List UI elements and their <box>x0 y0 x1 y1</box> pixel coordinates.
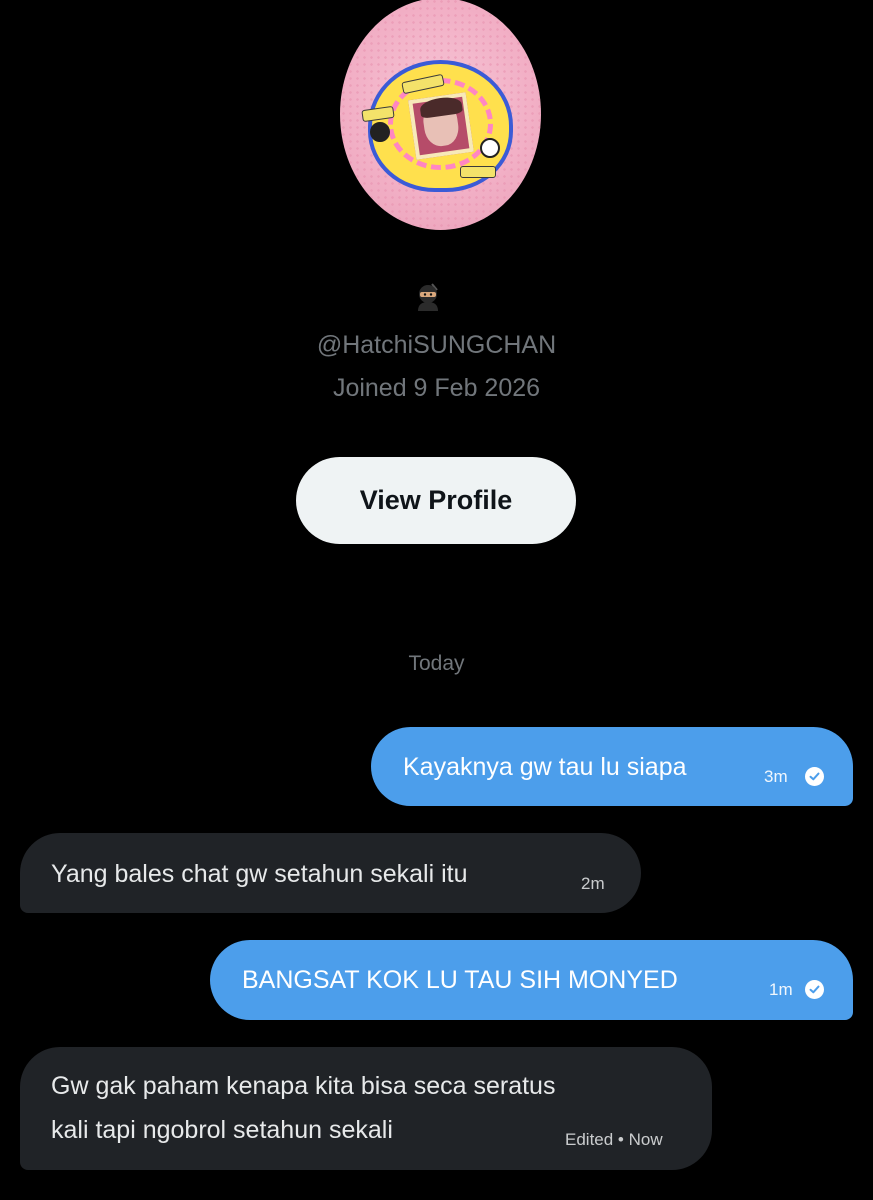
day-separator: Today <box>408 652 465 675</box>
message-bubble-outgoing[interactable]: BANGSAT KOK LU TAU SIH MONYED 1m <box>210 940 853 1020</box>
message-text: BANGSAT KOK LU TAU SIH MONYED <box>242 966 678 994</box>
message-edited-time: Edited • Now <box>565 1130 663 1149</box>
message-text: Yang bales chat gw setahun sekali itu <box>51 860 468 888</box>
avatar-image <box>340 0 541 230</box>
read-check-icon <box>805 980 824 999</box>
message-bubble-outgoing[interactable]: Kayaknya gw tau lu siapa 3m <box>371 727 853 806</box>
message-text: Kayaknya gw tau lu siapa <box>403 753 687 781</box>
message-time: 2m <box>581 874 605 893</box>
message-text-line-1: Gw gak paham kenapa kita bisa seca serat… <box>51 1072 556 1100</box>
profile-avatar[interactable] <box>340 0 541 232</box>
message-time: 1m <box>769 980 793 999</box>
profile-handle: @HatchiSUNGCHAN <box>316 331 557 359</box>
message-text-line-2: kali tapi ngobrol setahun sekali <box>51 1116 393 1144</box>
read-check-icon <box>805 767 824 786</box>
view-profile-button[interactable]: View Profile <box>296 457 576 544</box>
message-bubble-incoming[interactable]: Yang bales chat gw setahun sekali itu 2m <box>20 833 641 913</box>
message-time: 3m <box>764 767 788 786</box>
profile-joined-date: Joined 9 Feb 2026 <box>332 374 541 402</box>
message-bubble-incoming[interactable]: Gw gak paham kenapa kita bisa seca serat… <box>20 1047 712 1170</box>
ninja-icon <box>416 283 440 311</box>
